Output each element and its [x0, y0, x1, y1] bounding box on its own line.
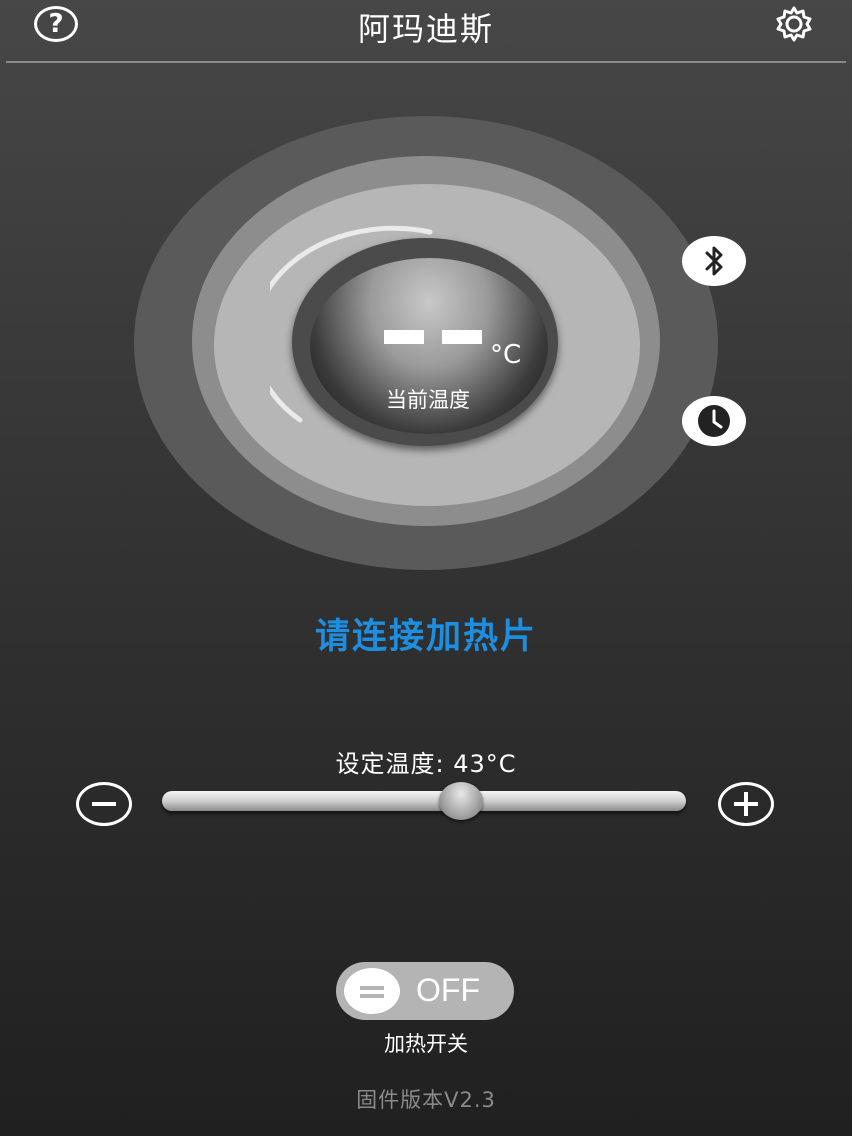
app-header: ? 阿玛迪斯	[0, 0, 852, 64]
page-title: 阿玛迪斯	[357, 10, 494, 48]
temperature-slider-thumb[interactable]	[438, 782, 483, 820]
increase-temperature-button[interactable]	[718, 782, 774, 826]
heater-toggle[interactable]: OFF	[336, 962, 514, 1020]
heater-toggle-label: 加热开关	[384, 1032, 468, 1056]
current-temperature-value	[378, 330, 488, 346]
clock-icon	[698, 405, 730, 437]
minus-icon	[92, 802, 116, 806]
connection-status: 请连接加热片	[314, 617, 537, 657]
gear-icon	[776, 6, 812, 42]
toggle-knob	[344, 968, 400, 1014]
set-temperature-label: 设定温度: 43°C	[335, 750, 517, 778]
header-divider	[6, 61, 846, 63]
current-temperature-label: 当前温度	[386, 388, 470, 412]
temperature-slider-track[interactable]	[162, 791, 686, 811]
bluetooth-button[interactable]	[682, 236, 746, 286]
temperature-unit: °C	[490, 340, 522, 370]
firmware-version: 固件版本V2.3	[356, 1088, 496, 1112]
settings-button[interactable]	[770, 4, 818, 44]
bluetooth-icon	[705, 246, 723, 276]
timer-button[interactable]	[682, 396, 746, 446]
decrease-temperature-button[interactable]	[76, 782, 132, 826]
toggle-state: OFF	[416, 972, 480, 1008]
